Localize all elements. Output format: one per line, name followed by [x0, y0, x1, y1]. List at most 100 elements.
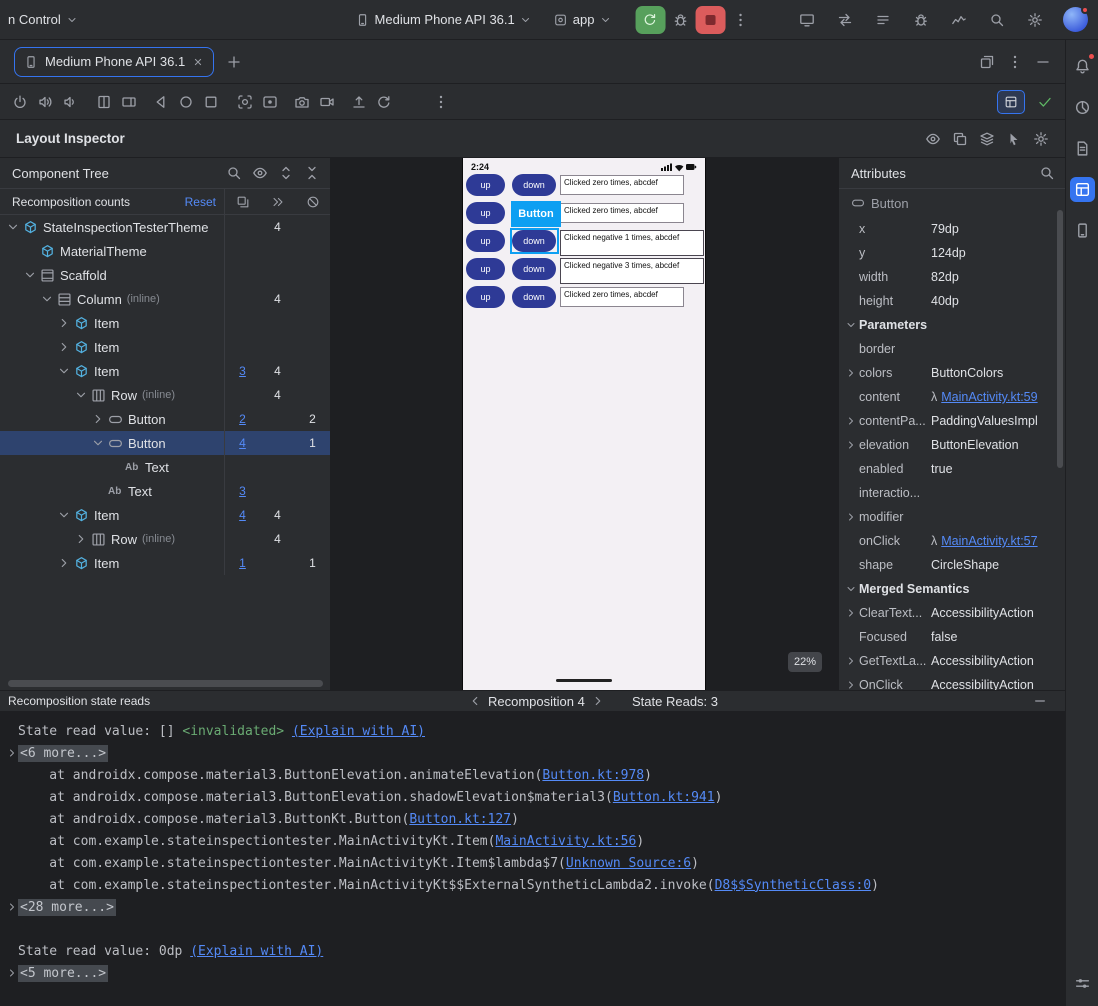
up-button[interactable]: up — [466, 174, 505, 196]
device-mirror[interactable]: 2:24 updownClicked zero times, abcdefupd… — [463, 158, 705, 690]
chevron-down-icon[interactable] — [57, 508, 74, 522]
collapsed-frames[interactable]: <5 more...> — [18, 964, 109, 982]
recomposition-count[interactable]: 2 — [225, 412, 260, 426]
nav-back-icon[interactable] — [153, 94, 169, 110]
up-button[interactable]: up — [466, 258, 505, 280]
source-link[interactable]: MainActivity.kt:59 — [941, 390, 1037, 404]
fold-out-icon[interactable] — [121, 94, 137, 110]
tree-node-materialtheme[interactable]: MaterialTheme — [0, 239, 330, 263]
chevron-right-icon[interactable] — [845, 367, 859, 379]
attr-row-interactio[interactable]: interactio... — [839, 481, 1065, 505]
expand-frames-icon[interactable] — [6, 901, 18, 913]
tree-node-item[interactable]: Item 4 4 — [0, 503, 330, 527]
vcs-widget[interactable]: n Control — [2, 8, 84, 31]
chevron-down-icon[interactable] — [57, 364, 74, 378]
attr-row-x[interactable]: x 79dp — [839, 217, 1065, 241]
tree-node-item[interactable]: Item 3 4 — [0, 359, 330, 383]
attr-row-enabled[interactable]: enabled true — [839, 457, 1065, 481]
chevron-right-icon[interactable] — [57, 316, 74, 330]
recomposition-count[interactable]: 3 — [225, 484, 260, 498]
pie-icon[interactable] — [1070, 95, 1095, 120]
expand-frames-icon[interactable] — [6, 747, 18, 759]
swap-icon[interactable] — [837, 12, 853, 28]
tree-node-scaffold[interactable]: Scaffold — [0, 263, 330, 287]
attr-row-gettextla[interactable]: GetTextLa... AccessibilityAction — [839, 649, 1065, 673]
tree-node-column[interactable]: Column (inline) 4 — [0, 287, 330, 311]
run-config-selector[interactable]: app — [548, 8, 618, 31]
gear-icon[interactable] — [1033, 131, 1049, 147]
tree-node-item[interactable]: Item 1 1 — [0, 551, 330, 575]
chevron-right-icon[interactable] — [57, 556, 74, 570]
search-icon[interactable] — [226, 165, 242, 181]
bell-icon[interactable] — [1070, 53, 1095, 79]
attr-row-contentpa[interactable]: contentPa... PaddingValuesImpl — [839, 409, 1065, 433]
down-button[interactable]: down — [512, 174, 556, 196]
console-link[interactable]: Button.kt:941 — [613, 790, 715, 805]
chevron-right-icon[interactable] — [845, 655, 859, 667]
doc-icon[interactable] — [1070, 136, 1095, 161]
nav-home-icon[interactable] — [178, 94, 194, 110]
console-link[interactable]: (Explain with AI) — [292, 724, 425, 739]
console-link[interactable]: MainActivity.kt:56 — [495, 834, 636, 849]
bug-icon[interactable] — [913, 12, 929, 28]
eye-icon[interactable] — [252, 165, 268, 181]
chevron-down-icon[interactable] — [845, 583, 859, 595]
stack-icon[interactable] — [225, 195, 260, 209]
eye-icon[interactable] — [925, 131, 941, 147]
monitor-icon[interactable] — [799, 12, 815, 28]
up-button[interactable]: up — [466, 286, 505, 308]
attr-row-width[interactable]: width 82dp — [839, 265, 1065, 289]
collapsed-frames[interactable]: <6 more...> — [18, 744, 109, 762]
more-vert-icon[interactable] — [1007, 54, 1023, 70]
down-button[interactable]: down — [512, 286, 556, 308]
close-icon[interactable] — [192, 56, 204, 68]
gear-icon[interactable] — [1027, 12, 1043, 28]
stop-button[interactable] — [695, 5, 726, 34]
copy-icon[interactable] — [952, 131, 968, 147]
attr-row-onclick[interactable]: onClick λ MainActivity.kt:57 — [839, 529, 1065, 553]
recomposition-count[interactable]: 4 — [225, 508, 260, 522]
layout-inspector-toggle[interactable] — [997, 89, 1025, 114]
pick-icon[interactable] — [1006, 131, 1022, 147]
collapsed-frames[interactable]: <28 more...> — [18, 898, 116, 916]
attr-row-focused[interactable]: Focused false — [839, 625, 1065, 649]
chevron-right-icon[interactable] — [91, 412, 108, 426]
attr-row-colors[interactable]: colors ButtonColors — [839, 361, 1065, 385]
chevron-right-icon[interactable] — [845, 679, 859, 690]
console-link[interactable]: Button.kt:127 — [409, 812, 511, 827]
chevron-right-icon[interactable] — [57, 340, 74, 354]
attr-row-y[interactable]: y 124dp — [839, 241, 1065, 265]
chevron-right-icon[interactable] — [845, 439, 859, 451]
down-button[interactable]: down — [512, 258, 556, 280]
volume-up-icon[interactable] — [37, 94, 53, 110]
tree-node-row[interactable]: Row (inline) 4 — [0, 383, 330, 407]
attr-row-modifier[interactable]: modifier — [839, 505, 1065, 529]
attr-row-cleartext[interactable]: ClearText... AccessibilityAction — [839, 601, 1065, 625]
screen-record-icon[interactable] — [262, 94, 278, 110]
tree-node-button[interactable]: Button 2 2 — [0, 407, 330, 431]
chevron-right-icon[interactable] — [845, 511, 859, 523]
nav-recents-icon[interactable] — [203, 94, 219, 110]
horizontal-scrollbar[interactable] — [8, 680, 323, 687]
volume-down-icon[interactable] — [62, 94, 78, 110]
more-actions-icon[interactable] — [732, 12, 748, 28]
camera-icon[interactable] — [294, 94, 310, 110]
attr-row-elevation[interactable]: elevation ButtonElevation — [839, 433, 1065, 457]
vertical-scrollbar[interactable] — [1057, 210, 1063, 468]
up-button[interactable]: up — [466, 230, 505, 252]
tab-medium-phone[interactable]: Medium Phone API 36.1 — [14, 46, 215, 77]
chevron-right-icon[interactable] — [845, 607, 859, 619]
list-icon[interactable] — [875, 12, 891, 28]
attr-row-border[interactable]: border — [839, 337, 1065, 361]
attr-row-height[interactable]: height 40dp — [839, 289, 1065, 313]
attr-section-parameters[interactable]: Parameters — [839, 313, 1065, 337]
console-link[interactable]: (Explain with AI) — [190, 944, 323, 959]
console-link[interactable]: Unknown Source:6 — [566, 856, 691, 871]
attr-row-content[interactable]: content λ MainActivity.kt:59 — [839, 385, 1065, 409]
reset-icon[interactable] — [376, 94, 392, 110]
slash-icon[interactable] — [295, 195, 330, 209]
up-button[interactable]: up — [466, 202, 505, 224]
rerun-button[interactable] — [635, 5, 666, 34]
layout-inspector-icon[interactable] — [1069, 177, 1095, 202]
chevron-down-icon[interactable] — [23, 268, 40, 282]
